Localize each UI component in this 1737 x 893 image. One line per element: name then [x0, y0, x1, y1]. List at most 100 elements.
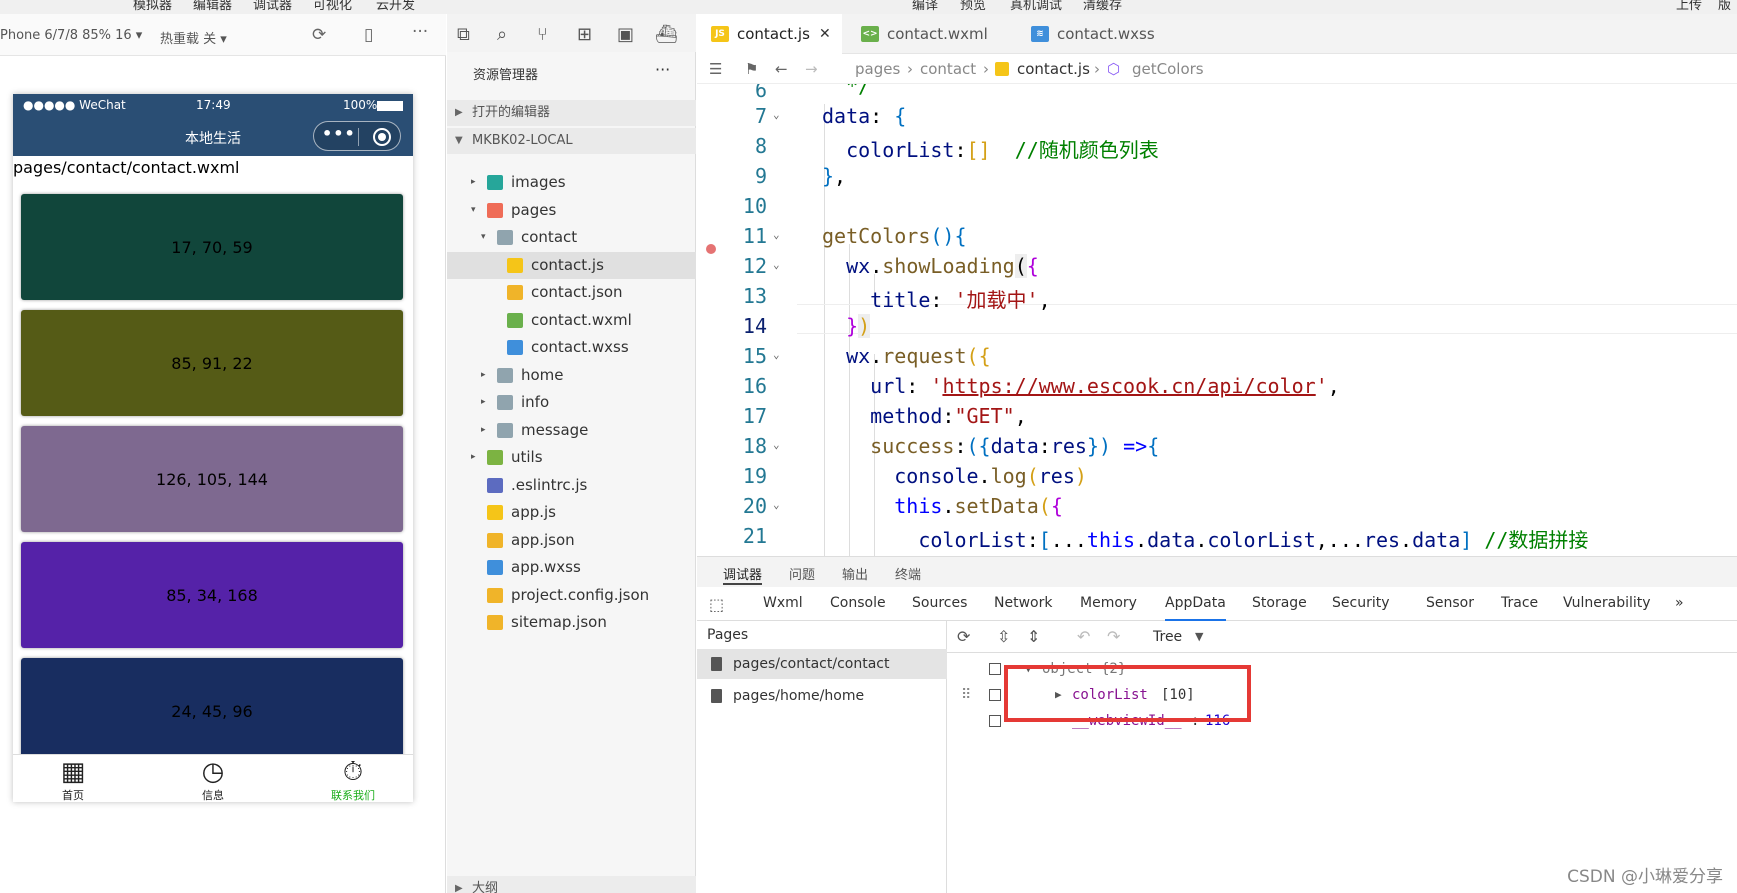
- tab-home[interactable]: ▦ 首页: [33, 757, 113, 802]
- breadcrumb-pages[interactable]: pages: [855, 54, 900, 84]
- menu-preview[interactable]: 预览: [960, 0, 986, 13]
- list-icon[interactable]: ☰: [709, 54, 722, 84]
- node-toggle-icon[interactable]: [989, 689, 1001, 701]
- project-section[interactable]: ▼ MKBK02-LOCAL: [447, 128, 696, 154]
- tab-storage[interactable]: Storage: [1252, 595, 1307, 611]
- nav-bar: 本地生活 •••: [13, 118, 413, 156]
- tab-contact-js[interactable]: JS contact.js ✕: [697, 14, 842, 54]
- git-icon[interactable]: ⑂: [537, 24, 548, 45]
- breadcrumb-contact[interactable]: contact: [920, 54, 976, 84]
- page-item-home[interactable]: pages/home/home: [697, 681, 947, 711]
- drag-handle-icon[interactable]: ⠿: [961, 683, 971, 707]
- close-icon[interactable]: ✕: [819, 14, 831, 54]
- tree-item[interactable]: .eslintrc.js: [447, 472, 696, 499]
- menu-editor[interactable]: 编辑器: [193, 0, 232, 13]
- chevron-right-icon: ▸: [481, 369, 486, 380]
- tab-console[interactable]: Console: [830, 595, 886, 611]
- tab-problems[interactable]: 问题: [789, 564, 815, 583]
- pages-list: Pages pages/contact/contact pages/home/h…: [697, 621, 947, 893]
- tab-contact-wxss[interactable]: ≋ contact.wxss: [1017, 14, 1182, 54]
- tree-item[interactable]: app.json: [447, 527, 696, 554]
- js-file-icon: [487, 505, 503, 520]
- breadcrumb-file[interactable]: contact.js: [1017, 54, 1090, 84]
- menu-clear-cache[interactable]: 清缓存: [1083, 0, 1122, 13]
- capsule-more-icon[interactable]: •••: [322, 124, 356, 143]
- tree-item[interactable]: ▸ home: [447, 362, 696, 389]
- document-icon: [711, 657, 722, 671]
- undo-icon[interactable]: ↶: [1077, 627, 1090, 646]
- tab-output[interactable]: 输出: [842, 564, 868, 583]
- tree-item[interactable]: ▸ message: [447, 417, 696, 444]
- page-item-label: pages/contact/contact: [733, 656, 890, 672]
- outline-section[interactable]: ▶ 大纲: [447, 876, 696, 893]
- menu-debugger[interactable]: 调试器: [253, 0, 292, 13]
- menu-visual[interactable]: 可视化: [313, 0, 352, 13]
- tree-item[interactable]: ▾ pages: [447, 197, 696, 224]
- js-file-icon: [995, 62, 1009, 76]
- tree-item[interactable]: ▸ utils: [447, 444, 696, 471]
- explorer-toolbar: ⧉ ⌕ ⑂ ⊞ ▣ ⛴: [447, 14, 696, 52]
- tab-security[interactable]: Security: [1332, 595, 1390, 611]
- tab-sources[interactable]: Sources: [912, 595, 967, 611]
- tab-appdata[interactable]: AppData: [1165, 595, 1226, 621]
- capsule-close-icon[interactable]: [373, 128, 391, 146]
- more-tabs-icon[interactable]: »: [1675, 595, 1684, 611]
- tree-item[interactable]: project.config.json: [447, 582, 696, 609]
- hot-reload-toggle[interactable]: 热重载 关 ▾: [160, 28, 227, 47]
- device-select[interactable]: Phone 6/7/8 85% 16 ▾: [0, 28, 142, 43]
- expand-all-icon[interactable]: ⇕: [1027, 627, 1040, 646]
- tab-contact[interactable]: ⏱ 联系我们: [313, 757, 393, 802]
- tab-network[interactable]: Network: [994, 595, 1052, 611]
- tree-item[interactable]: ▾ contact: [447, 224, 696, 251]
- tree-item[interactable]: sitemap.json: [447, 609, 696, 636]
- menu-version[interactable]: 版: [1718, 0, 1731, 13]
- tree-item[interactable]: contact.js: [447, 251, 696, 279]
- explorer-more-icon[interactable]: ···: [655, 60, 670, 79]
- tab-trace[interactable]: Trace: [1501, 595, 1538, 611]
- tree-item[interactable]: ▸ images: [447, 169, 696, 196]
- menu-simulator[interactable]: 模拟器: [133, 0, 172, 13]
- back-icon[interactable]: ←: [775, 54, 788, 84]
- view-mode-select[interactable]: Tree: [1153, 629, 1182, 645]
- tree-item[interactable]: app.js: [447, 499, 696, 526]
- tab-info[interactable]: ◷ 信息: [173, 757, 253, 802]
- refresh-icon[interactable]: ⟳: [957, 627, 970, 646]
- color-box: 17, 70, 59: [21, 194, 403, 300]
- tab-vulnerability[interactable]: Vulnerability: [1563, 595, 1651, 611]
- menu-compile[interactable]: 编译: [912, 0, 938, 13]
- bookmark-icon[interactable]: ⚑: [745, 54, 758, 84]
- search-icon[interactable]: ⌕: [497, 24, 507, 45]
- tab-contact-wxml[interactable]: <> contact.wxml: [847, 14, 1012, 54]
- tab-wxml[interactable]: Wxml: [763, 595, 803, 611]
- open-editors-section[interactable]: ▶ 打开的编辑器: [447, 100, 696, 126]
- collapse-all-icon[interactable]: ⇳: [997, 627, 1010, 646]
- tree-item[interactable]: app.wxss: [447, 554, 696, 581]
- forward-icon[interactable]: →: [805, 54, 818, 84]
- code-area[interactable]: 6 */ 7 ⌄ data: { 8 colorList:[] //随机颜色列表 9…: [697, 84, 1737, 556]
- refresh-icon[interactable]: ⟳: [312, 25, 326, 45]
- tree-item[interactable]: contact.wxss: [447, 334, 696, 361]
- tree-item[interactable]: contact.wxml: [447, 307, 696, 334]
- tab-terminal[interactable]: 终端: [895, 564, 921, 583]
- menu-real-debug[interactable]: 真机调试: [1010, 0, 1062, 13]
- phone-icon[interactable]: ▯: [364, 25, 373, 45]
- tab-sensor[interactable]: Sensor: [1426, 595, 1474, 611]
- menu-cloud[interactable]: 云开发: [376, 0, 415, 13]
- node-toggle-icon[interactable]: [989, 663, 1001, 675]
- docker-icon[interactable]: ⛴: [655, 24, 678, 45]
- tab-debugger[interactable]: 调试器: [723, 564, 763, 585]
- node-toggle-icon[interactable]: [989, 715, 1001, 727]
- files-icon[interactable]: ⧉: [457, 24, 470, 45]
- json-file-icon: [487, 615, 503, 630]
- tree-item[interactable]: contact.json: [447, 279, 696, 306]
- extensions-icon[interactable]: ⊞: [577, 24, 592, 45]
- tree-item[interactable]: ▸ info: [447, 389, 696, 416]
- breadcrumb-symbol[interactable]: getColors: [1132, 54, 1204, 84]
- save-icon[interactable]: ▣: [617, 24, 634, 45]
- inspect-icon[interactable]: ⬚: [709, 595, 724, 614]
- page-item-contact[interactable]: pages/contact/contact: [697, 649, 947, 679]
- tab-memory[interactable]: Memory: [1080, 595, 1137, 611]
- menu-upload[interactable]: 上传: [1676, 0, 1702, 13]
- more-icon[interactable]: ···: [412, 22, 428, 42]
- redo-icon[interactable]: ↷: [1107, 627, 1120, 646]
